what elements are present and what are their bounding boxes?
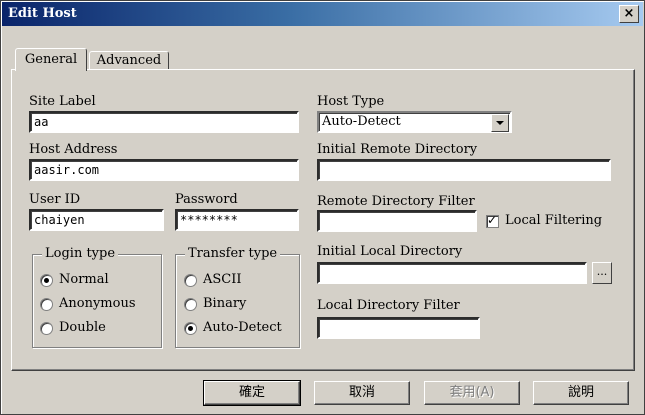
radio-icon [184, 322, 197, 335]
transfer-type-label: Transfer type [185, 246, 281, 261]
apply-button[interactable]: 套用(A) [424, 381, 520, 405]
checkbox-icon [486, 213, 499, 228]
radio-icon [184, 274, 197, 287]
close-icon: × [623, 6, 635, 21]
host-address-input[interactable]: aasir.com [29, 159, 299, 181]
initial-local-dir-input[interactable] [317, 262, 587, 284]
browse-button[interactable]: ... [592, 262, 612, 284]
ok-button[interactable]: 確定 [203, 380, 301, 406]
login-type-group: Login type Normal Anonymous Double [32, 246, 162, 348]
close-button[interactable]: × [619, 5, 639, 23]
initial-remote-dir-input[interactable] [317, 159, 611, 181]
initial-remote-dir-label: Initial Remote Directory [317, 142, 478, 157]
host-type-label: Host Type [317, 94, 385, 109]
radio-icon [40, 298, 53, 311]
transfer-type-group: Transfer type ASCII Binary Auto-Detect [175, 246, 300, 348]
general-panel: Site Label aa Host Address aasir.com Use… [11, 69, 635, 371]
remote-dir-filter-input[interactable] [317, 210, 477, 232]
radio-icon [184, 298, 197, 311]
password-input[interactable]: ******** [175, 209, 299, 231]
password-label: Password [175, 192, 238, 207]
radio-icon [40, 322, 53, 335]
site-label-label: Site Label [29, 94, 96, 109]
remote-dir-filter-label: Remote Directory Filter [317, 194, 475, 209]
host-type-select[interactable]: Auto-Detect [317, 111, 512, 133]
tab-advanced[interactable]: Advanced [89, 51, 169, 70]
local-dir-filter-label: Local Directory Filter [317, 298, 460, 313]
edit-host-dialog: Edit Host × General Advanced Site Label … [0, 0, 645, 415]
help-button[interactable]: 說明 [533, 381, 629, 405]
login-type-label: Login type [42, 246, 119, 261]
chevron-down-icon[interactable] [491, 114, 509, 132]
tab-general[interactable]: General [15, 48, 87, 71]
window-title: Edit Host [8, 6, 77, 21]
user-id-label: User ID [29, 192, 81, 207]
site-label-input[interactable]: aa [29, 111, 299, 133]
local-dir-filter-input[interactable] [317, 317, 480, 339]
host-address-label: Host Address [29, 142, 118, 157]
cancel-button[interactable]: 取消 [314, 381, 410, 405]
radio-icon [40, 274, 53, 287]
user-id-input[interactable]: chaiyen [29, 209, 164, 231]
initial-local-dir-label: Initial Local Directory [317, 244, 463, 259]
title-bar[interactable]: Edit Host × [2, 2, 643, 26]
